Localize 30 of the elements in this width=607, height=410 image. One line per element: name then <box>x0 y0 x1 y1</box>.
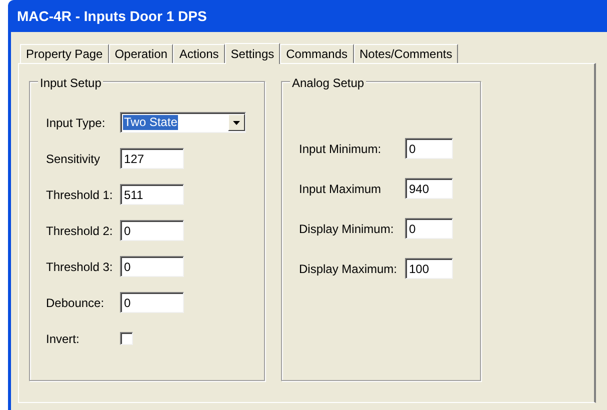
field-label: Display Minimum: <box>299 220 395 238</box>
tab[interactable]: Property Page <box>20 44 109 63</box>
field-label: Display Maximum: <box>299 260 398 278</box>
tab[interactable]: Operation <box>108 44 174 63</box>
input-field[interactable]: 511 <box>120 184 184 205</box>
input-field[interactable]: 0 <box>120 292 184 313</box>
field-label: Sensitivity <box>46 150 102 168</box>
dropdown-value: Two State <box>123 115 178 130</box>
tab[interactable]: Actions <box>173 44 225 63</box>
input-field[interactable]: 940 <box>405 178 453 199</box>
field-label: Threshold 2: <box>46 222 114 240</box>
field-label: Threshold 1: <box>46 186 114 204</box>
tab[interactable]: Settings <box>224 43 280 64</box>
field-label: Invert: <box>46 330 80 348</box>
input-field[interactable]: 0 <box>120 256 184 277</box>
field-label: Debounce: <box>46 294 106 312</box>
field-label: Input Type: <box>46 114 106 132</box>
window-title: MAC-4R - Inputs Door 1 DPS <box>17 6 207 26</box>
input-field[interactable]: 0 <box>405 218 453 239</box>
tab[interactable]: Notes/Comments <box>354 44 458 63</box>
field-label: Threshold 3: <box>46 258 114 276</box>
tab[interactable]: Commands <box>280 44 354 63</box>
input-field[interactable]: 127 <box>120 148 184 169</box>
field-label: Input Minimum: <box>299 140 382 158</box>
input-field[interactable]: 0 <box>120 220 184 241</box>
input-field[interactable]: 0 <box>405 138 453 159</box>
invert-checkbox[interactable] <box>120 332 133 345</box>
input-field[interactable]: 100 <box>405 258 453 279</box>
input-type-dropdown[interactable]: Two State <box>120 112 246 133</box>
field-label: Input Maximum <box>299 180 382 198</box>
